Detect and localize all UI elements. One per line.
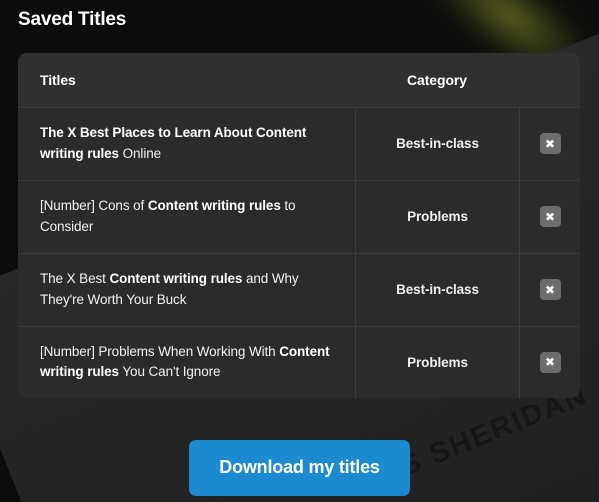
table-row: [Number] Cons of Content writing rules t… — [18, 179, 580, 253]
cell-action: ✖ — [519, 253, 580, 326]
title-text: [Number] Problems When Working With Cont… — [40, 342, 335, 384]
cell-title: [Number] Problems When Working With Cont… — [18, 327, 355, 399]
title-suffix: You Can't Ignore — [118, 364, 221, 380]
cell-action: ✖ — [519, 180, 580, 253]
download-button-container: Download my titles — [18, 440, 581, 497]
table-row: The X Best Content writing rules and Why… — [18, 252, 580, 326]
category-label: Best-in-class — [396, 282, 479, 298]
table-body: The X Best Places to Learn About Content… — [18, 107, 580, 399]
cell-category: Best-in-class — [355, 253, 519, 326]
title-prefix: The X Best Places to Learn About — [40, 125, 256, 140]
header-cell-action — [519, 53, 580, 107]
title-text: [Number] Cons of Content writing rules t… — [40, 196, 335, 238]
header-cell-category: Category — [355, 53, 519, 107]
close-icon[interactable]: ✖ — [539, 279, 561, 301]
title-text: The X Best Content writing rules and Why… — [40, 269, 335, 311]
title-keyword: Content writing rules — [109, 270, 243, 286]
page-container: Saved Titles Titles Category The X Best … — [0, 0, 599, 497]
category-label: Best-in-class — [396, 136, 479, 152]
title-prefix: [Number] Problems When Working With — [40, 343, 280, 359]
title-suffix: Online — [118, 145, 162, 161]
cell-action: ✖ — [519, 108, 580, 180]
title-prefix: The X Best — [40, 270, 110, 286]
cell-title: The X Best Places to Learn About Content… — [18, 108, 355, 180]
category-label: Problems — [407, 354, 468, 370]
title-prefix: [Number] Cons of — [40, 197, 148, 213]
title-keyword: Content writing rules — [147, 197, 281, 213]
cell-action: ✖ — [519, 326, 580, 399]
table-row: [Number] Problems When Working With Cont… — [18, 325, 580, 399]
download-my-titles-button[interactable]: Download my titles — [189, 440, 410, 497]
cell-title: [Number] Cons of Content writing rules t… — [18, 181, 355, 253]
cell-title: The X Best Content writing rules and Why… — [18, 254, 355, 326]
close-icon[interactable]: ✖ — [539, 351, 561, 373]
table-row: The X Best Places to Learn About Content… — [18, 107, 580, 180]
header-cell-titles: Titles — [18, 53, 355, 107]
cell-category: Problems — [355, 180, 519, 253]
column-header-category-label: Category — [407, 72, 467, 88]
column-header-titles-label: Titles — [40, 72, 76, 88]
saved-titles-table: Titles Category The X Best Places to Lea… — [18, 53, 580, 399]
close-icon[interactable]: ✖ — [539, 133, 561, 155]
category-label: Problems — [407, 209, 468, 225]
cell-category: Problems — [355, 326, 519, 399]
title-text: The X Best Places to Learn About Content… — [40, 123, 335, 165]
page-title: Saved Titles — [18, 9, 127, 30]
close-icon[interactable]: ✖ — [539, 206, 561, 228]
table-header-row: Titles Category — [18, 53, 580, 107]
cell-category: Best-in-class — [355, 108, 519, 180]
